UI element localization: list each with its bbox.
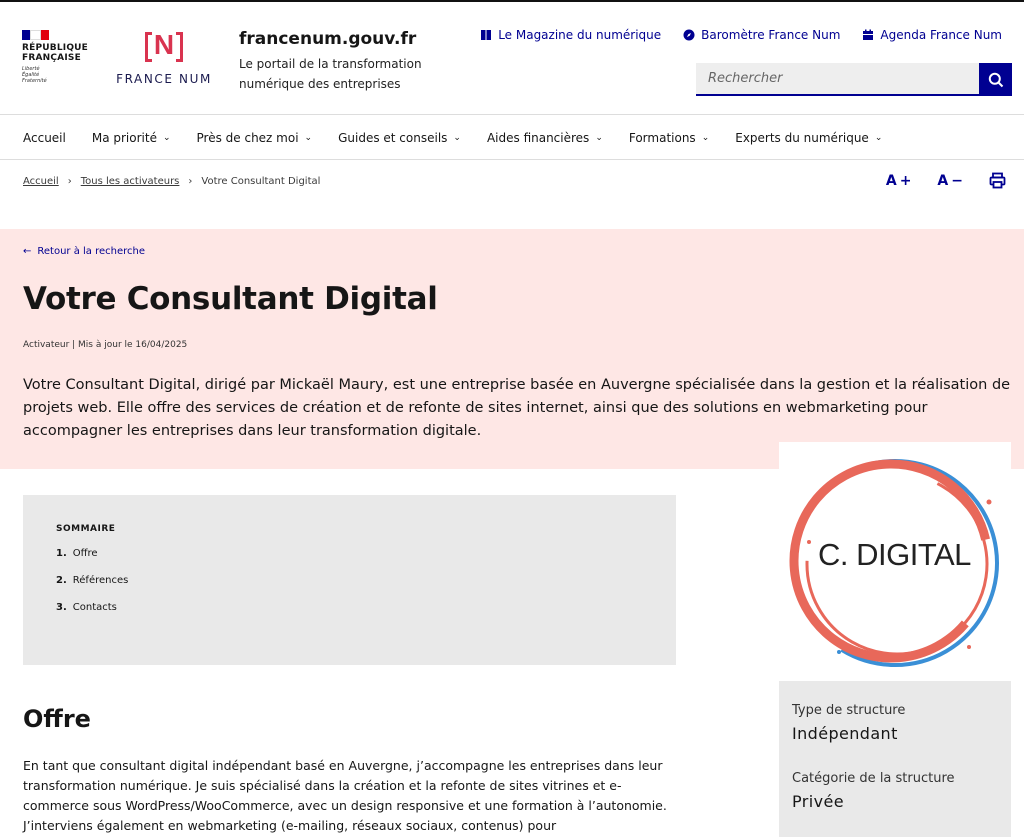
- chevron-down-icon: ⌄: [162, 132, 171, 143]
- back-label: Retour à la recherche: [37, 246, 146, 257]
- chevron-down-icon: ⌄: [304, 132, 313, 143]
- nav-label: Formations: [628, 130, 696, 145]
- decrease-text-button[interactable]: A −: [937, 173, 963, 189]
- summary-number: 3.: [56, 602, 67, 613]
- page-lead: Votre Consultant Digital, dirigé par Mic…: [23, 377, 1011, 439]
- gov-title-1: RÉPUBLIQUE: [22, 43, 89, 53]
- nav-label: Accueil: [23, 130, 66, 145]
- motto-fraternite: Fraternité: [22, 78, 47, 84]
- summary-item-contacts[interactable]: 3. Contacts: [56, 602, 643, 613]
- nav-label: Experts du numérique: [735, 130, 869, 145]
- page-tools: A + A −: [886, 172, 1006, 189]
- page-title: Votre Consultant Digital: [23, 281, 438, 317]
- brand-name: FRANCE NUM: [116, 72, 212, 86]
- section-heading-offre: Offre: [23, 705, 91, 733]
- french-flag-icon: [22, 30, 49, 40]
- quick-link-agenda[interactable]: Agenda France Num: [862, 28, 1002, 42]
- summary-number: 1.: [56, 548, 67, 559]
- summary-list: 1. Offre 2. Références 3. Contacts: [56, 548, 643, 613]
- quick-link-label: Baromètre France Num: [701, 28, 841, 42]
- summary-number: 2.: [56, 575, 67, 586]
- search-bar: [696, 63, 1012, 96]
- section-text-offre: En tant que consultant digital indépenda…: [23, 758, 667, 833]
- gov-motto: Liberté Égalité Fraternité: [22, 66, 102, 84]
- summary-title: SOMMAIRE: [56, 524, 116, 534]
- company-logo-text: C. DIGITAL: [818, 537, 971, 572]
- summary-label: Contacts: [72, 602, 117, 613]
- decrease-text-label: A: [937, 172, 949, 189]
- print-button[interactable]: [989, 172, 1006, 189]
- france-num-mark-icon: N: [145, 29, 183, 64]
- summary-label: Offre: [72, 548, 98, 559]
- nav-label: Ma priorité: [91, 130, 157, 145]
- arrow-left-icon: ←: [23, 246, 32, 257]
- book-icon: [481, 30, 492, 40]
- main-nav: Accueil Ma priorité ⌄ Près de chez moi ⌄ G…: [0, 116, 1024, 160]
- breadcrumb-link-activateurs[interactable]: Tous les activateurs: [81, 176, 180, 187]
- summary-item-offre[interactable]: 1. Offre: [56, 548, 643, 559]
- search-button[interactable]: [979, 63, 1012, 96]
- site-header: RÉPUBLIQUE FRANÇAISE Liberté Égalité Fra…: [0, 2, 1024, 115]
- structure-type-value: Indépendant: [792, 724, 898, 743]
- brand-letter: N: [153, 29, 175, 60]
- increase-text-button[interactable]: A +: [886, 173, 912, 189]
- breadcrumb-current: Votre Consultant Digital: [201, 176, 321, 187]
- nav-item-guides[interactable]: Guides et conseils ⌄: [338, 131, 461, 145]
- nav-item-formations[interactable]: Formations ⌄: [629, 131, 709, 145]
- summary-item-references[interactable]: 2. Références: [56, 575, 643, 586]
- chevron-down-icon: ⌄: [595, 132, 603, 143]
- breadcrumb-link-accueil[interactable]: Accueil: [23, 176, 59, 187]
- chevron-right-icon: ›: [67, 176, 72, 187]
- structure-type-label: Type de structure: [792, 703, 906, 718]
- breadcrumb: Accueil › Tous les activateurs › Votre C…: [23, 176, 320, 187]
- chevron-right-icon: ›: [188, 176, 193, 187]
- quick-links: Le Magazine du numérique Baromètre Franc…: [480, 28, 1002, 42]
- search-input[interactable]: [696, 63, 979, 96]
- nav-item-pres-de-chez-moi[interactable]: Près de chez moi ⌄: [197, 131, 313, 145]
- nav-label: Aides financières: [486, 130, 590, 145]
- increase-text-label: A: [885, 172, 897, 189]
- nav-item-aides[interactable]: Aides financières ⌄: [487, 131, 603, 145]
- summary-box: SOMMAIRE 1. Offre 2. Références 3. Contacts: [23, 495, 676, 665]
- back-to-search-link[interactable]: ← Retour à la recherche: [23, 246, 145, 257]
- page-meta: Activateur | Mis à jour le 16/04/2025: [23, 340, 188, 350]
- chevron-down-icon: ⌄: [701, 132, 710, 143]
- company-logo-card: C. DIGITAL: [779, 442, 1011, 676]
- compass-icon: [683, 29, 695, 41]
- structure-info-panel: Type de structure Indépendant Catégorie …: [779, 681, 1011, 837]
- nav-item-ma-priorite[interactable]: Ma priorité ⌄: [92, 131, 171, 145]
- plus-icon: +: [899, 172, 912, 189]
- nav-item-experts[interactable]: Experts du numérique ⌄: [735, 131, 882, 145]
- france-num-logo[interactable]: N FRANCE NUM: [112, 29, 216, 86]
- quick-link-label: Agenda France Num: [880, 28, 1002, 42]
- search-icon: [988, 72, 1003, 87]
- quick-link-magazine[interactable]: Le Magazine du numérique: [480, 28, 661, 42]
- quick-link-barometre[interactable]: Baromètre France Num: [683, 28, 840, 42]
- summary-label: Références: [72, 575, 129, 586]
- printer-icon: [989, 172, 1006, 189]
- structure-category-label: Catégorie de la structure: [792, 771, 955, 786]
- nav-label: Guides et conseils: [338, 130, 448, 145]
- minus-icon: −: [951, 172, 963, 189]
- chevron-down-icon: ⌄: [874, 132, 883, 143]
- chevron-down-icon: ⌄: [453, 132, 461, 143]
- structure-category-value: Privée: [792, 792, 844, 811]
- site-name: francenum.gouv.fr: [239, 29, 417, 49]
- quick-link-label: Le Magazine du numérique: [498, 28, 662, 42]
- calendar-icon: [863, 29, 874, 40]
- gov-title-2: FRANÇAISE: [22, 53, 81, 63]
- site-identity[interactable]: francenum.gouv.fr Le portail de la trans…: [239, 29, 439, 94]
- site-tagline: Le portail de la transformation numériqu…: [239, 57, 422, 91]
- nav-item-accueil[interactable]: Accueil: [23, 131, 66, 145]
- nav-label: Près de chez moi: [196, 130, 299, 145]
- republique-francaise-logo[interactable]: RÉPUBLIQUE FRANÇAISE Liberté Égalité Fra…: [22, 30, 102, 84]
- hero-section: ← Retour à la recherche Votre Consultant…: [0, 229, 1024, 469]
